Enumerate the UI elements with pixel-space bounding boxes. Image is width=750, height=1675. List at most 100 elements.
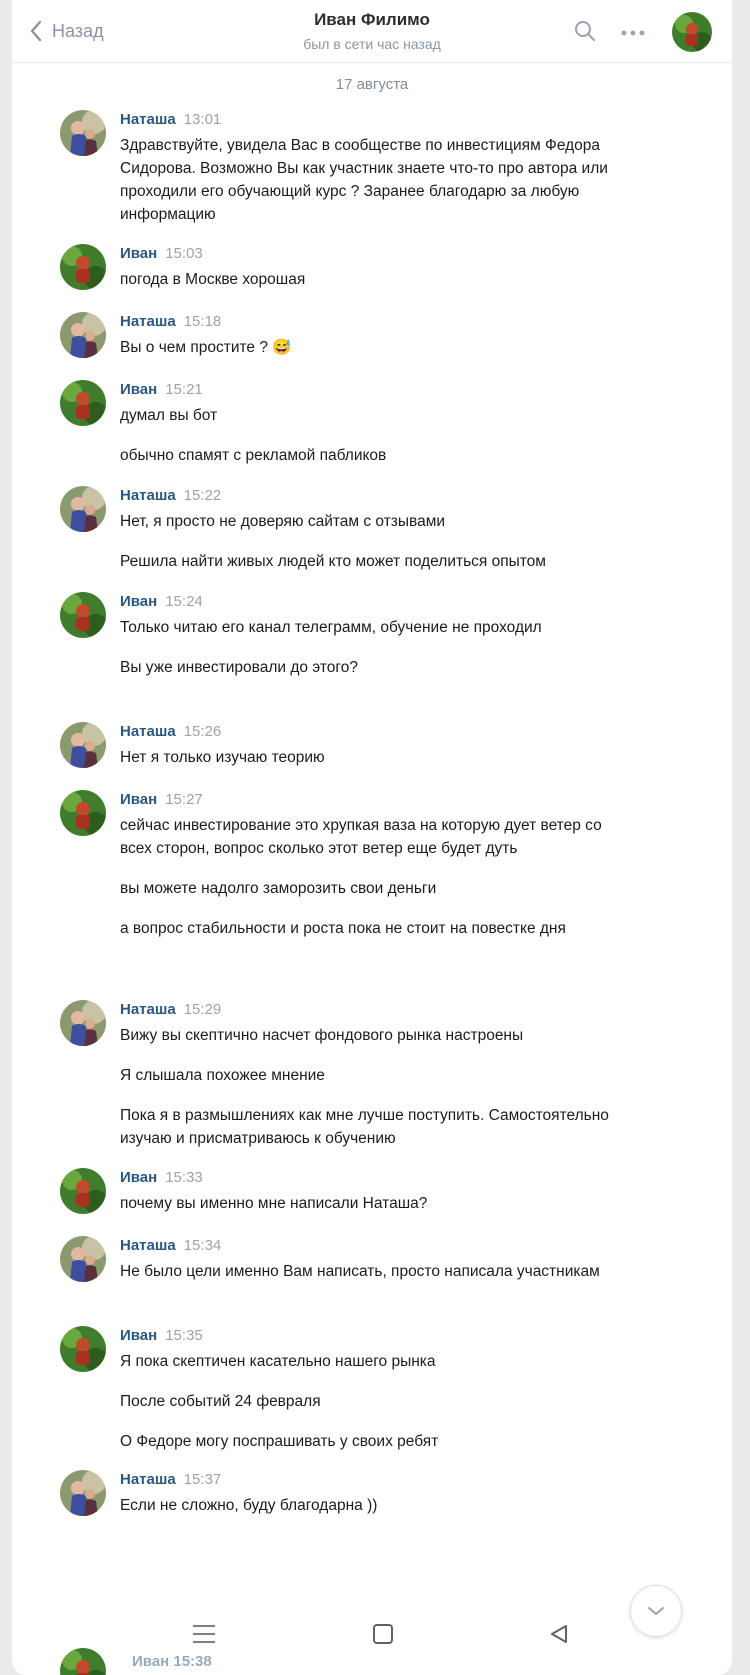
sender-avatar[interactable] [60,1326,106,1372]
sender-avatar[interactable] [60,592,106,638]
message-text: погода в Москве хорошая [120,271,306,288]
sender-name[interactable]: Наташа [120,313,176,330]
message-texts: погода в Москве хорошая [120,268,630,308]
message-texts: думал вы бот обычно спамят с рекламой паб… [120,404,630,484]
sender-avatar[interactable] [60,312,106,358]
sender-avatar[interactable] [60,722,106,768]
sender-name[interactable]: Иван [120,381,157,398]
sender-name[interactable]: Иван [120,1327,157,1344]
sender-avatar[interactable] [60,790,106,836]
message-text: обычно спамят с рекламой пабликов [120,447,387,464]
message-meta: Наташа 15:37 [120,1470,221,1490]
message-texts: Только читаю его канал телеграмм, обучен… [120,616,630,696]
contact-name: Иван Филимо [314,10,430,29]
menu-icon [193,1625,215,1643]
sender-name[interactable]: Наташа [120,1001,176,1018]
message-time: 15:27 [165,791,203,808]
more-button[interactable] [620,24,646,42]
message-text: Здравствуйте, увидела Вас в сообществе п… [120,137,608,223]
message-text: сейчас инвестирование это хрупкая ваза н… [120,817,602,857]
message-meta: Наташа 15:29 [120,1000,221,1020]
message-text: Я слышала похожее мнение [120,1067,325,1084]
message-meta: Иван 15:24 [120,592,203,612]
sender-avatar[interactable] [60,380,106,426]
sender-avatar[interactable] [60,1470,106,1516]
message-texts: Если не сложно, буду благодарна )) [120,1494,630,1534]
message-text: Нет я только изучаю теорию [120,749,325,766]
sender-name[interactable]: Наташа [120,1471,176,1488]
triangle-back-icon [551,1625,567,1643]
sender-name[interactable]: Иван [120,245,157,262]
message-time: 15:34 [183,1237,222,1254]
message-texts: почему вы именно мне написали Наташа? [120,1192,630,1232]
message-texts: Я пока скептичен касательно нашего рынка… [120,1350,630,1470]
message-text: вы можете надолго заморозить свои деньги [120,880,437,897]
contact-avatar[interactable] [672,12,712,52]
search-icon [575,21,595,41]
message-time: 15:37 [183,1471,222,1488]
chat-header: Назад Иван Филимо был в сети час назад [12,0,732,63]
message-meta: Наташа 15:22 [120,486,221,506]
chat-title[interactable]: Иван Филимо был в сети час назад [192,10,552,52]
sender-name[interactable]: Наташа [120,487,176,504]
sender-name[interactable]: Наташа [120,723,176,740]
square-icon [373,1624,393,1644]
message-meta: Наташа 15:34 [120,1236,221,1256]
message-time: 13:01 [183,111,222,128]
message-texts: Не было цели именно Вам написать, просто… [120,1260,630,1300]
more-horizontal-icon [621,30,645,36]
sender-avatar[interactable] [60,1236,106,1282]
sender-avatar[interactable] [60,244,106,290]
message-text: После событий 24 февраля [120,1393,321,1410]
sender-avatar[interactable] [60,1168,106,1214]
nav-back-button[interactable] [548,1623,570,1650]
sender-name[interactable]: Иван [120,791,157,808]
sender-avatar[interactable] [60,1000,106,1046]
message-time: 15:22 [183,487,222,504]
message-meta: Наташа 15:18 [120,312,221,332]
message-text: Только читаю его канал телеграмм, обучен… [120,619,542,636]
message-time: 15:21 [165,381,203,398]
message-meta: Иван 15:33 [120,1168,203,1188]
sender-avatar[interactable] [60,486,106,532]
back-label: Назад [52,20,104,41]
message-text: Вижу вы скептично насчет фондового рынка… [120,1027,524,1044]
message-time: 15:35 [165,1327,203,1344]
message-text: Я пока скептичен касательно нашего рынка [120,1353,436,1370]
sender-name[interactable]: Наташа [120,1237,176,1254]
message-texts: Здравствуйте, увидела Вас в сообществе п… [120,134,630,243]
message-text: О Федоре могу поспрашивать у своих ребят [120,1433,439,1450]
contact-status: был в сети час назад [303,36,441,52]
chat-window: Назад Иван Филимо был в сети час назад 1… [12,0,732,1675]
message-text: думал вы бот [120,407,218,424]
nav-home-button[interactable] [372,1623,394,1650]
search-button[interactable] [574,20,596,47]
message-text: Вы уже инвестировали до этого? [120,659,358,676]
message-meta: Наташа 13:01 [120,110,221,130]
sender-name[interactable]: Наташа [120,111,176,128]
message-text: Если не сложно, буду благодарна )) [120,1497,378,1514]
message-texts: Нет, я просто не доверяю сайтам с отзыва… [120,510,630,590]
message-time: 15:24 [165,593,203,610]
nav-menu-button[interactable] [191,1623,217,1650]
message-meta: Наташа 15:26 [120,722,221,742]
message-meta: Иван 15:27 [120,790,203,810]
message-text: Решила найти живых людей кто может подел… [120,553,546,570]
sender-avatar[interactable] [60,110,106,156]
message-texts: сейчас инвестирование это хрупкая ваза н… [120,814,630,957]
date-separator: 17 августа [335,76,409,93]
chevron-left-icon [30,20,42,42]
sender-name[interactable]: Иван [120,1169,157,1186]
back-button[interactable]: Назад [30,18,104,44]
message-text: а вопрос стабильности и роста пока не ст… [120,920,566,937]
message-meta: Иван 15:21 [120,380,203,400]
message-text: почему вы именно мне написали Наташа? [120,1195,428,1212]
sender-name[interactable]: Иван [120,593,157,610]
message-text: Вы о чем простите ? 😅 [120,339,292,356]
message-texts: Нет я только изучаю теорию [120,746,630,786]
message-time: 15:26 [183,723,222,740]
message-time: 15:29 [183,1001,222,1018]
message-meta: Иван 15:03 [120,244,203,264]
message-time: 15:18 [183,313,222,330]
message-time: 15:33 [165,1169,203,1186]
